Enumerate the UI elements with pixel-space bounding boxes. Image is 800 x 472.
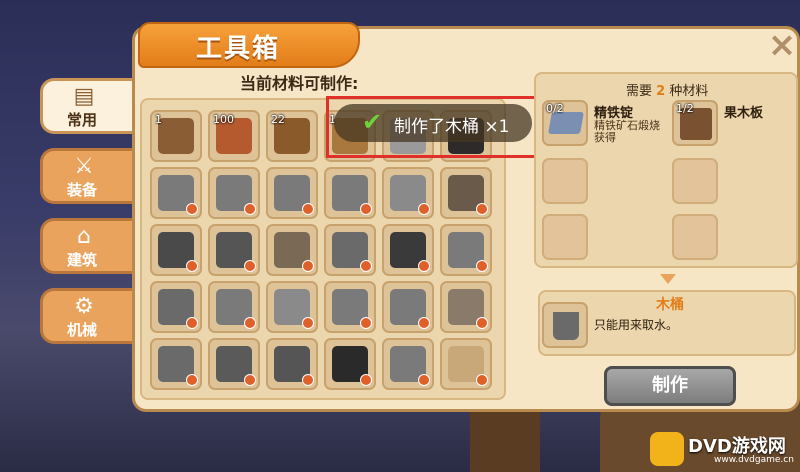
item-slot-dark-block[interactable] [324, 338, 376, 390]
locked-badge-icon [418, 260, 430, 272]
item-slot-stick[interactable]: 22 [266, 110, 318, 162]
locked-badge-icon [302, 260, 314, 272]
arrow-down-icon [660, 274, 676, 284]
tab-common[interactable]: ▤ 常用 [40, 78, 132, 134]
locked-badge-icon [244, 203, 256, 215]
need-count: 2 [656, 84, 666, 99]
highlight-box [326, 96, 552, 158]
locked-badge-icon [302, 317, 314, 329]
workbench-icon [158, 118, 194, 154]
tab-label: 机械 [67, 321, 98, 339]
sword-icon: ⚔ [74, 154, 94, 179]
locked-badge-icon [244, 374, 256, 386]
item-count: 22 [271, 113, 285, 126]
item-slot-torch[interactable] [440, 167, 492, 219]
window-title: 工具箱 [196, 34, 281, 64]
watermark-logo-icon [650, 432, 684, 466]
locked-badge-icon [360, 374, 372, 386]
item-slot-ladder[interactable] [266, 224, 318, 276]
material-slot-iron[interactable]: 0/2 [542, 100, 588, 146]
item-slot-anvil[interactable] [208, 338, 260, 390]
tab-machinery[interactable]: ⚙ 机械 [40, 288, 132, 344]
locked-badge-icon [302, 374, 314, 386]
item-slot-stone-pile[interactable] [150, 338, 202, 390]
item-slot-saw[interactable] [150, 281, 202, 333]
tab-equipment[interactable]: ⚔ 装备 [40, 148, 132, 204]
result-slot[interactable] [542, 302, 588, 348]
locked-badge-icon [418, 317, 430, 329]
item-count: 1 [155, 113, 162, 126]
locked-badge-icon [418, 374, 430, 386]
item-slot-drill[interactable] [266, 281, 318, 333]
empty-material-slot [542, 158, 588, 204]
result-name: 木桶 [656, 297, 684, 313]
item-slot-shovel[interactable] [266, 167, 318, 219]
item-slot-chest[interactable] [150, 224, 202, 276]
item-slot-bed[interactable] [324, 224, 376, 276]
material-slot-wood[interactable]: 1/2 [672, 100, 718, 146]
locked-badge-icon [186, 203, 198, 215]
watermark: DVD游戏网 www.dvdgame.cn [650, 428, 800, 472]
locked-badge-icon [360, 260, 372, 272]
locked-badge-icon [302, 203, 314, 215]
tab-building[interactable]: ⌂ 建筑 [40, 218, 132, 274]
item-slot-workbench[interactable]: 1 [150, 110, 202, 162]
item-slot-pickaxe-3[interactable] [208, 281, 260, 333]
material-count: 0/2 [546, 102, 564, 115]
locked-badge-icon [186, 317, 198, 329]
locked-badge-icon [244, 317, 256, 329]
bucket-icon [553, 312, 579, 340]
empty-material-slot [672, 214, 718, 260]
item-count: 100 [213, 113, 234, 126]
material-count: 1/2 [676, 102, 694, 115]
item-slot-axe[interactable] [150, 167, 202, 219]
item-slot-ore-block[interactable] [266, 338, 318, 390]
house-icon: ⌂ [77, 224, 91, 249]
item-slot-pickaxe-2[interactable] [324, 167, 376, 219]
item-slot-sign[interactable] [382, 224, 434, 276]
locked-badge-icon [418, 203, 430, 215]
need-suffix: 种材料 [669, 84, 709, 99]
tab-label: 建筑 [67, 251, 98, 269]
material-name: 果木板 [724, 106, 764, 121]
item-slot-door[interactable] [208, 224, 260, 276]
craftable-subtitle: 当前材料可制作: [240, 74, 359, 93]
iron-ingot-icon [548, 112, 584, 134]
item-slot-shovel-2[interactable] [324, 281, 376, 333]
planks-icon: ▤ [73, 84, 95, 109]
locked-badge-icon [360, 203, 372, 215]
empty-material-slot [542, 214, 588, 260]
result-desc: 只能用来取水。 [594, 318, 679, 332]
materials-needed: 需要 2 种材料 [626, 80, 708, 99]
locked-badge-icon [360, 317, 372, 329]
tab-label: 装备 [67, 181, 98, 199]
craft-button[interactable]: 制作 [604, 366, 736, 406]
locked-badge-icon [186, 260, 198, 272]
locked-badge-icon [476, 374, 488, 386]
locked-badge-icon [476, 203, 488, 215]
item-slot-hatchet[interactable] [440, 224, 492, 276]
item-slot-brick[interactable]: 100 [208, 110, 260, 162]
locked-badge-icon [244, 260, 256, 272]
item-slot-furnace[interactable] [382, 167, 434, 219]
tab-label: 常用 [67, 111, 98, 129]
gears-icon: ⚙ [74, 294, 94, 319]
locked-badge-icon [476, 260, 488, 272]
item-slot-pickaxe-4[interactable] [382, 281, 434, 333]
item-slot-bottle[interactable] [440, 338, 492, 390]
item-slot-pickaxe[interactable] [208, 167, 260, 219]
item-slot-cabinet[interactable] [382, 338, 434, 390]
locked-badge-icon [186, 374, 198, 386]
need-prefix: 需要 [626, 84, 653, 99]
locked-badge-icon [476, 317, 488, 329]
item-slot-ore-bowl[interactable] [440, 281, 492, 333]
material-desc: 精铁矿石煅烧获得 [594, 119, 660, 144]
watermark-url: www.dvdgame.cn [714, 455, 794, 465]
empty-material-slot [672, 158, 718, 204]
close-button[interactable]: × [766, 28, 798, 62]
